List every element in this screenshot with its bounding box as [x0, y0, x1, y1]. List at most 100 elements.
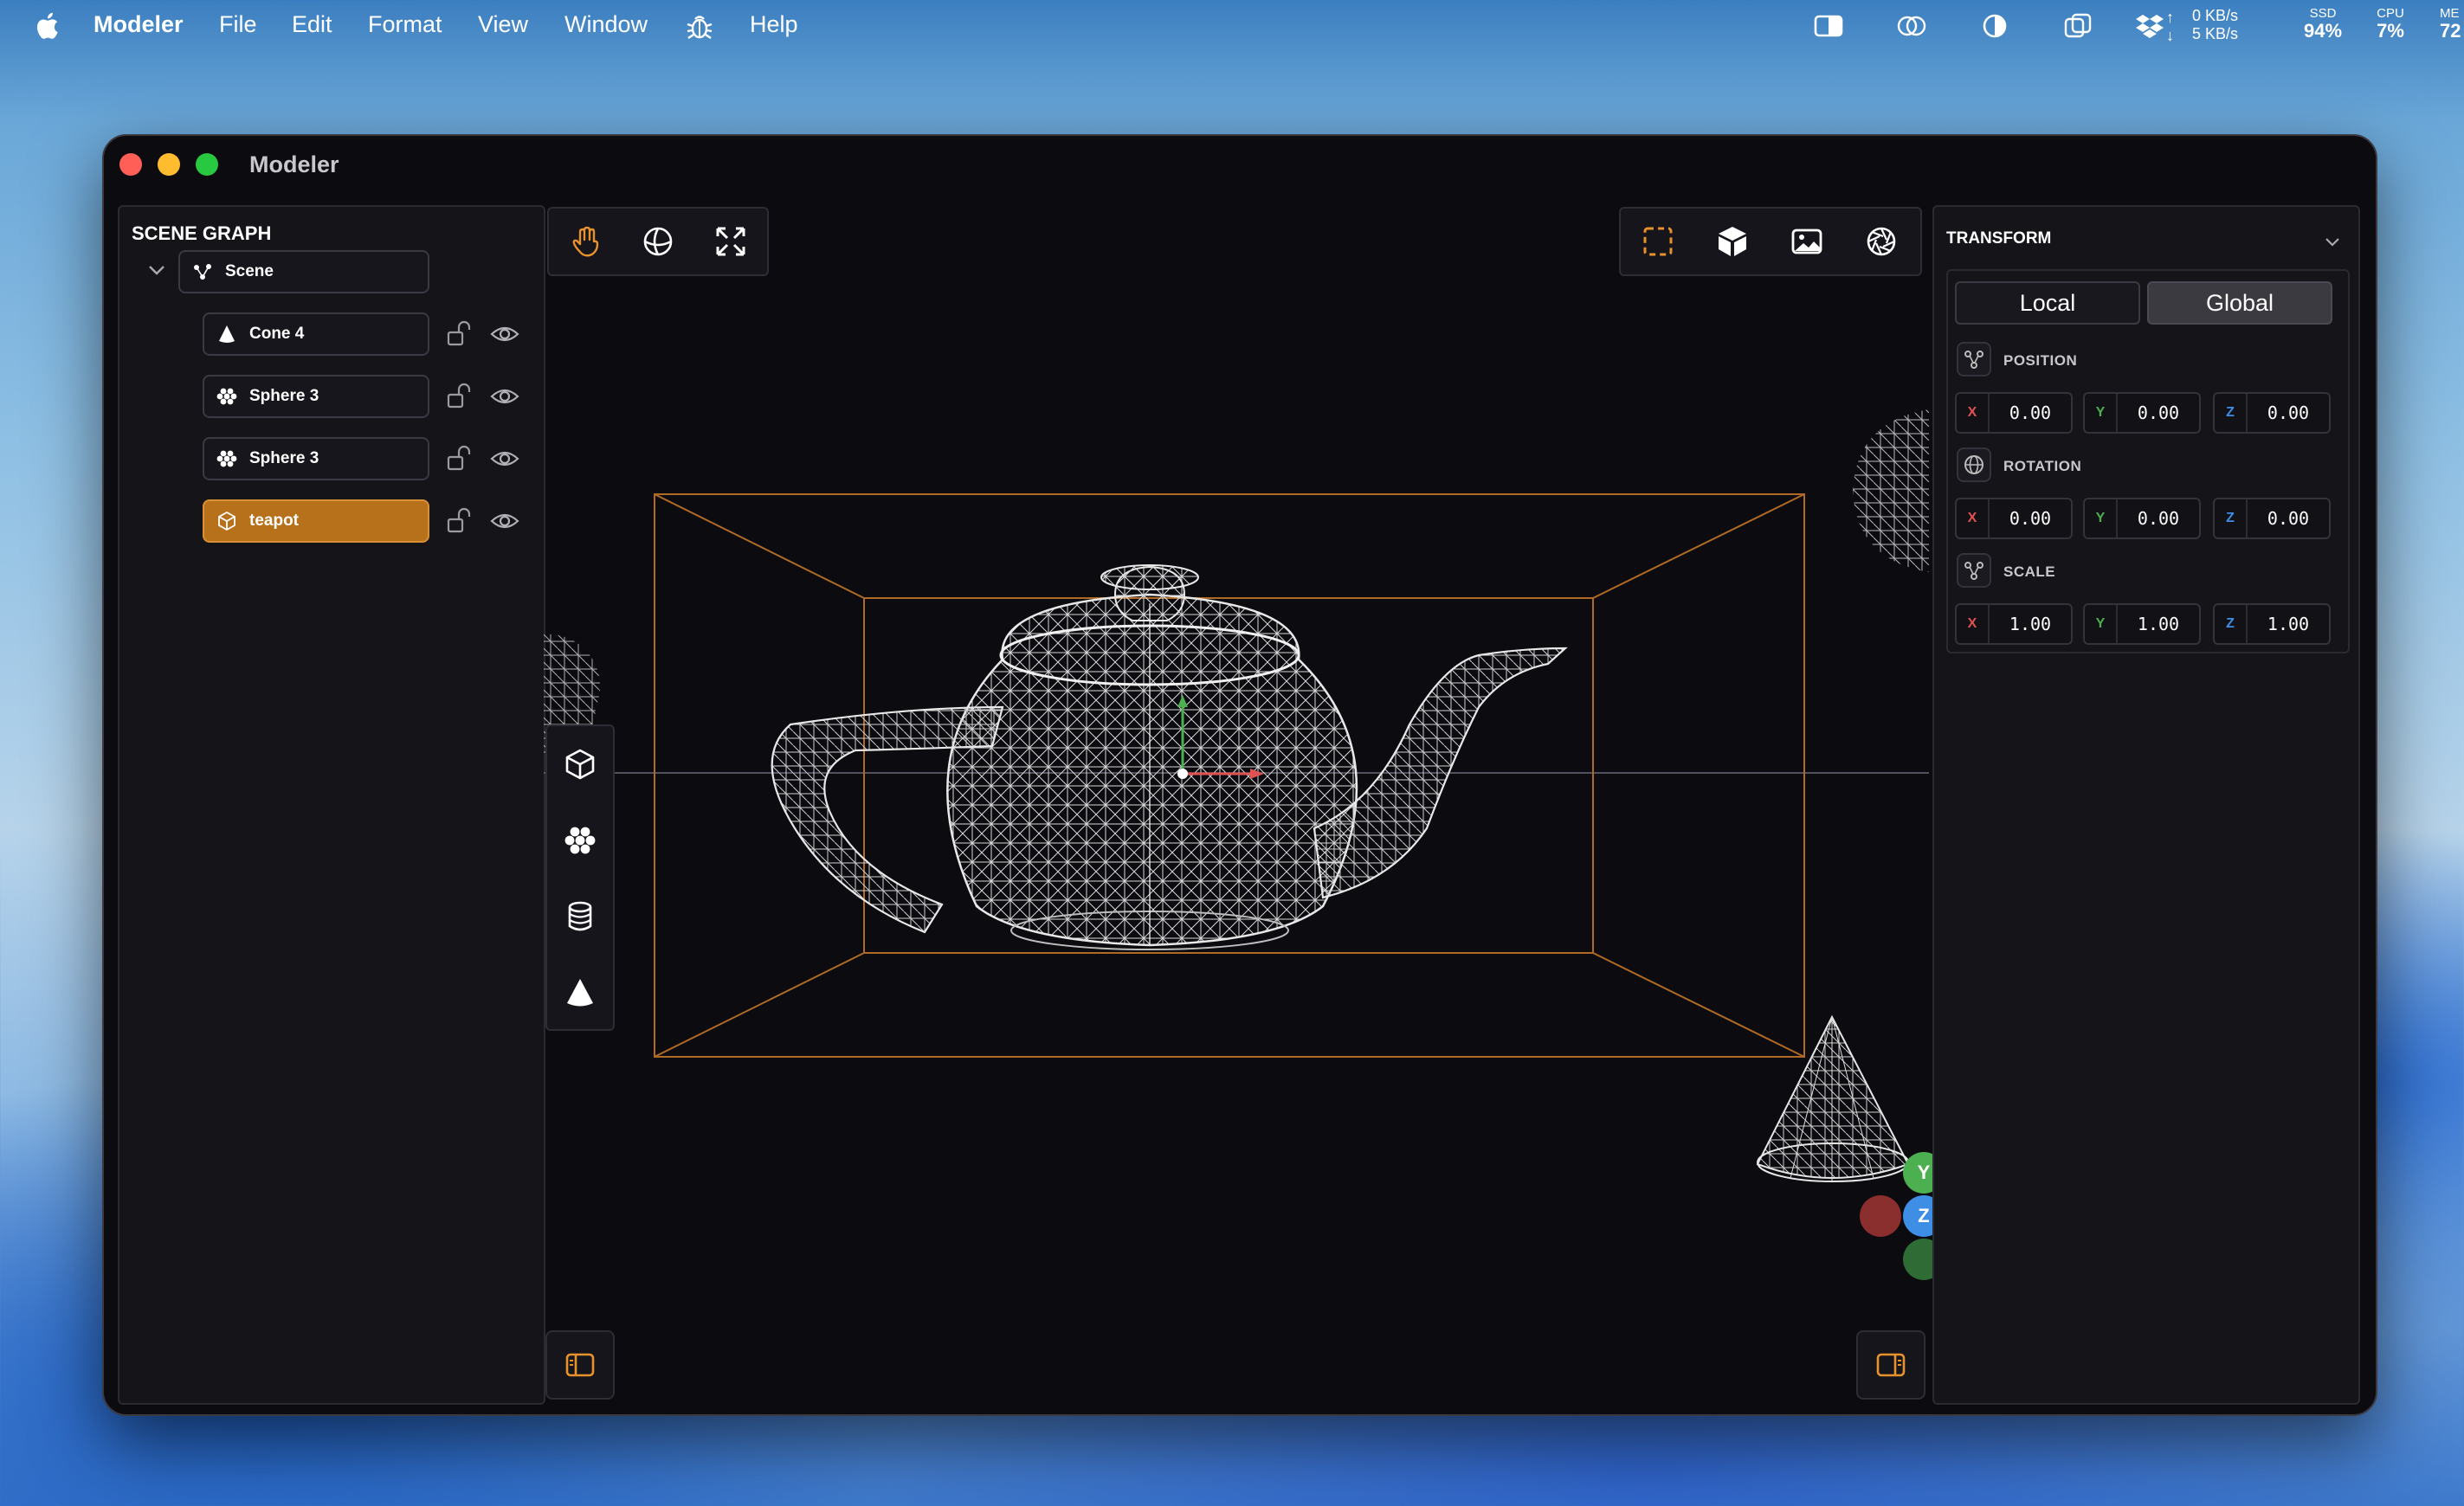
- local-space-toggle[interactable]: Local: [1955, 281, 2140, 325]
- menu-help[interactable]: Help: [750, 11, 798, 38]
- cylinder-icon: [568, 901, 592, 931]
- apple-icon[interactable]: [33, 9, 64, 43]
- tree-node-teapot[interactable]: teapot: [203, 499, 429, 543]
- eye-icon[interactable]: [490, 319, 519, 349]
- position-label: POSITION: [2003, 352, 2078, 369]
- axis-y-label: Y: [2085, 499, 2118, 537]
- 3d-viewport[interactable]: Y X Z: [544, 205, 1988, 1401]
- tree-node-label: Sphere 3: [249, 449, 319, 467]
- add-sphere-button[interactable]: [547, 802, 613, 878]
- sidebar-toggle-icon[interactable]: [1813, 12, 1844, 40]
- solid-view-button[interactable]: [1695, 209, 1770, 274]
- rotation-label: ROTATION: [2003, 458, 2082, 474]
- fit-view-button[interactable]: [694, 209, 767, 274]
- render-image-button[interactable]: [1770, 209, 1844, 274]
- menu-file[interactable]: File: [219, 11, 257, 38]
- hand-tool-button[interactable]: [549, 209, 622, 274]
- selection-box-icon: [1643, 227, 1673, 256]
- scene-graph-heading: SCENE GRAPH: [132, 222, 272, 244]
- aperture-icon: [1867, 227, 1896, 256]
- menu-app-name[interactable]: Modeler: [94, 11, 184, 38]
- scale-z-field[interactable]: Z 1.00: [2213, 603, 2331, 645]
- sidebar-left-icon: [565, 1353, 595, 1377]
- unlock-icon[interactable]: [443, 319, 473, 349]
- orbit-button[interactable]: [622, 209, 694, 274]
- camera-aperture-button[interactable]: [1844, 209, 1919, 274]
- tree-node-cone[interactable]: Cone 4: [203, 312, 429, 356]
- eye-icon[interactable]: [490, 444, 519, 473]
- rotation-x-value: 0.00: [2009, 508, 2052, 529]
- scene-nodes-icon: [192, 261, 213, 282]
- mem-stat[interactable]: ME 72: [2440, 7, 2464, 42]
- download-arrow-icon: ↓: [2166, 27, 2174, 44]
- zoom-button[interactable]: [196, 153, 218, 176]
- chevron-down-icon[interactable]: [2322, 231, 2343, 252]
- overlap-circles-icon[interactable]: [1896, 12, 1927, 40]
- menu-edit[interactable]: Edit: [292, 11, 332, 38]
- dropbox-icon[interactable]: [2134, 12, 2165, 40]
- rotation-section-icon: [1957, 447, 1991, 482]
- chevron-down-icon[interactable]: [145, 259, 168, 281]
- network-down: 5 KB/s: [2192, 25, 2239, 42]
- position-z-value: 0.00: [2267, 402, 2310, 423]
- bug-icon[interactable]: [686, 12, 713, 42]
- axis-x-label: X: [1957, 605, 1990, 643]
- toggle-left-panel-button[interactable]: [545, 1330, 615, 1400]
- scene-render[interactable]: [544, 205, 1929, 1401]
- hand-tool-icon: [572, 226, 599, 257]
- position-y-value: 0.00: [2137, 402, 2180, 423]
- teapot-mesh[interactable]: [771, 564, 1568, 950]
- cpu-label: CPU: [2377, 6, 2404, 21]
- menu-format[interactable]: Format: [368, 11, 442, 38]
- mem-label: ME: [2440, 6, 2460, 21]
- eye-icon[interactable]: [490, 382, 519, 411]
- negative-x-handle[interactable]: [1860, 1195, 1901, 1237]
- close-button[interactable]: [119, 153, 142, 176]
- tree-node-label: Cone 4: [249, 325, 305, 343]
- menu-bar: Modeler File Edit Format View Window Hel…: [0, 0, 2464, 52]
- minimize-button[interactable]: [158, 153, 180, 176]
- eye-icon[interactable]: [490, 506, 519, 536]
- unlock-icon[interactable]: [443, 506, 473, 536]
- add-cone-button[interactable]: [547, 955, 613, 1031]
- scale-y-field[interactable]: Y 1.00: [2083, 603, 2201, 645]
- position-y-field[interactable]: Y 0.00: [2083, 392, 2201, 434]
- add-cube-button[interactable]: [547, 726, 613, 802]
- ssd-stat[interactable]: SSD 94%: [2299, 7, 2347, 42]
- cone-icon: [567, 979, 593, 1007]
- axis-y-label: Y: [2085, 394, 2118, 432]
- upload-arrow-icon: ↑: [2166, 9, 2174, 26]
- position-z-field[interactable]: Z 0.00: [2213, 392, 2331, 434]
- menu-view[interactable]: View: [478, 11, 528, 38]
- axis-z-label: Z: [2215, 605, 2248, 643]
- rotation-z-value: 0.00: [2267, 508, 2310, 529]
- mem-value: 72: [2440, 20, 2461, 42]
- contrast-icon[interactable]: [1979, 12, 2010, 40]
- position-x-field[interactable]: X 0.00: [1955, 392, 2073, 434]
- scale-x-field[interactable]: X 1.00: [1955, 603, 2073, 645]
- copy-window-icon[interactable]: [2062, 12, 2093, 40]
- unlock-icon[interactable]: [443, 382, 473, 411]
- menu-window[interactable]: Window: [564, 11, 648, 38]
- toggle-right-panel-button[interactable]: [1856, 1330, 1925, 1400]
- network-stats[interactable]: ↑ ↓ 0 KB/s 5 KB/s: [2166, 7, 2239, 44]
- sidebar-right-icon: [1876, 1353, 1906, 1377]
- tree-node-sphere[interactable]: Sphere 3: [203, 375, 429, 418]
- fit-view-icon: [716, 227, 745, 256]
- rotation-y-field[interactable]: Y 0.00: [2083, 498, 2201, 539]
- axis-x-label: X: [1957, 394, 1990, 432]
- ssd-label: SSD: [2309, 6, 2337, 21]
- cpu-value: 7%: [2377, 20, 2404, 42]
- rotation-x-field[interactable]: X 0.00: [1955, 498, 2073, 539]
- scale-x-value: 1.00: [2009, 614, 2052, 634]
- unlock-icon[interactable]: [443, 444, 473, 473]
- network-up: 0 KB/s: [2192, 7, 2239, 24]
- cpu-stat[interactable]: CPU 7%: [2370, 7, 2410, 42]
- add-cylinder-button[interactable]: [547, 878, 613, 955]
- global-space-toggle[interactable]: Global: [2147, 281, 2332, 325]
- tree-node-sphere[interactable]: Sphere 3: [203, 437, 429, 480]
- tree-node-scene[interactable]: Scene: [178, 250, 429, 293]
- rotation-z-field[interactable]: Z 0.00: [2213, 498, 2331, 539]
- modeler-window: Modeler SCENE GRAPH Scene Cone 4 Sphere …: [102, 134, 2377, 1416]
- selection-mode-button[interactable]: [1621, 209, 1695, 274]
